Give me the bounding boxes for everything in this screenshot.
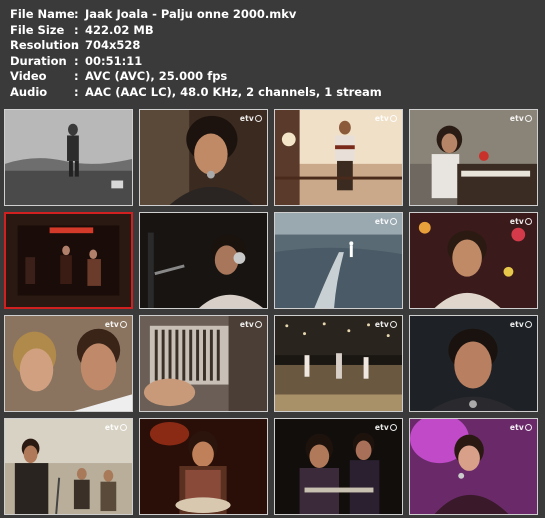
info-separator: : xyxy=(74,84,79,99)
frame-image xyxy=(275,213,402,308)
video-thumbnail[interactable]: etv xyxy=(4,418,133,515)
frame-image xyxy=(140,316,267,411)
etv-logo-text: etv xyxy=(374,423,389,432)
info-key: Resolution xyxy=(10,38,80,53)
etv-logo-text: etv xyxy=(509,320,524,329)
video-thumbnail[interactable] xyxy=(139,212,268,309)
etv-logo-text: etv xyxy=(374,217,389,226)
info-separator: : xyxy=(74,53,79,68)
info-key: File Name xyxy=(10,7,75,21)
frame-image xyxy=(140,110,267,205)
etv-logo: etv xyxy=(375,423,397,432)
etv-logo: etv xyxy=(105,423,127,432)
video-thumbnail[interactable]: etv xyxy=(139,109,268,206)
media-info-panel: File Name: Jaak Joala - Palju onne 2000.m… xyxy=(10,7,382,101)
video-thumbnail[interactable] xyxy=(4,212,133,309)
info-separator: : xyxy=(74,7,79,21)
video-thumbnail[interactable]: etv xyxy=(274,418,403,515)
info-row-video: Video: AVC (AVC), 25.000 fps xyxy=(10,69,382,85)
etv-logo-text: etv xyxy=(104,423,119,432)
video-thumbnail[interactable]: etv xyxy=(409,212,538,309)
info-row-resolution: Resolution: 704x528 xyxy=(10,38,382,54)
frame-image xyxy=(5,316,132,411)
info-row-duration: Duration:00:51:11 xyxy=(10,54,382,70)
info-value-video: AVC (AVC), 25.000 fps xyxy=(85,69,228,84)
video-thumbnail[interactable]: etv xyxy=(274,315,403,412)
etv-logo: etv xyxy=(240,320,262,329)
frame-image xyxy=(275,419,402,514)
etv-logo: etv xyxy=(510,217,532,226)
frame-image xyxy=(410,110,537,205)
frame-image xyxy=(6,214,131,307)
etv-logo: etv xyxy=(240,114,262,123)
etv-logo-text: etv xyxy=(509,217,524,226)
video-thumbnail[interactable]: etv xyxy=(409,109,538,206)
frame-image xyxy=(410,213,537,308)
info-value-duration: 00:51:11 xyxy=(85,53,143,68)
etv-logo: etv xyxy=(510,423,532,432)
info-value-file-size: 422.02 MB xyxy=(85,22,154,37)
video-thumbnail[interactable] xyxy=(4,109,133,206)
etv-logo-text: etv xyxy=(239,320,254,329)
video-thumbnail[interactable]: etv xyxy=(4,315,133,412)
etv-logo: etv xyxy=(375,217,397,226)
info-key: Video xyxy=(10,69,47,84)
info-value-audio: AAC (AAC LC), 48.0 KHz, 2 channels, 1 st… xyxy=(85,84,382,99)
info-key: File Size xyxy=(10,22,65,37)
video-thumbnail[interactable]: etv xyxy=(409,315,538,412)
etv-logo: etv xyxy=(105,320,127,329)
info-row-file-size: File Size:422.02 MB xyxy=(10,23,382,39)
etv-logo-text: etv xyxy=(104,320,119,329)
info-separator: : xyxy=(74,69,79,84)
thumbnail-grid: etv etv etv etv etv etv etv etv etv etv … xyxy=(4,109,538,515)
frame-image xyxy=(140,419,267,514)
frame-image xyxy=(410,419,537,514)
etv-logo-text: etv xyxy=(239,114,254,123)
frame-image xyxy=(5,110,132,205)
info-value-resolution: 704x528 xyxy=(85,38,141,53)
etv-logo: etv xyxy=(510,114,532,123)
frame-image xyxy=(140,213,267,308)
video-thumbnail[interactable]: etv xyxy=(274,212,403,309)
etv-logo-text: etv xyxy=(509,423,524,432)
etv-logo-text: etv xyxy=(509,114,524,123)
video-thumbnail[interactable]: etv xyxy=(409,418,538,515)
info-value-file-name: Jaak Joala - Palju onne 2000.mkv xyxy=(85,7,297,21)
frame-image xyxy=(275,110,402,205)
info-row-audio: Audio: AAC (AAC LC), 48.0 KHz, 2 channels… xyxy=(10,85,382,101)
info-key: Duration xyxy=(10,53,67,68)
etv-logo-text: etv xyxy=(374,320,389,329)
etv-logo: etv xyxy=(510,320,532,329)
frame-image xyxy=(275,316,402,411)
video-thumbnail[interactable] xyxy=(139,418,268,515)
video-thumbnail[interactable]: etv xyxy=(274,109,403,206)
frame-image xyxy=(410,316,537,411)
etv-logo-text: etv xyxy=(374,114,389,123)
video-thumbnail[interactable]: etv xyxy=(139,315,268,412)
info-row-file-name: File Name: Jaak Joala - Palju onne 2000.m… xyxy=(10,7,382,23)
info-separator: : xyxy=(74,38,79,53)
info-key: Audio xyxy=(10,84,48,99)
info-separator: : xyxy=(74,22,79,37)
frame-image xyxy=(5,419,132,514)
etv-logo: etv xyxy=(375,114,397,123)
etv-logo: etv xyxy=(375,320,397,329)
